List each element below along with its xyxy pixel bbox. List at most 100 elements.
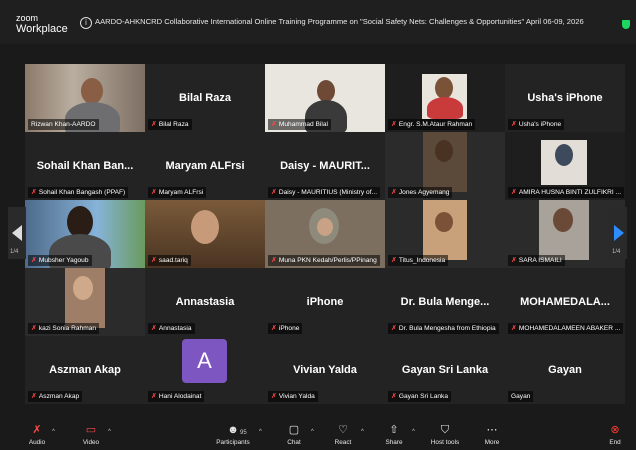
- participant-name-label: ✗ Muhammad Bilal: [268, 119, 331, 130]
- participant-tile[interactable]: ✗ kazi Sonia Rahman: [25, 268, 145, 336]
- react-options-chevron-icon[interactable]: ^: [361, 429, 364, 435]
- participant-name-label: ✗ AMIRA HUSNA BINTI ZULFIKRI ...: [508, 187, 625, 198]
- participant-name-label: ✗ Jones Agyemang: [388, 187, 453, 198]
- end-label: End: [609, 439, 621, 446]
- participant-display-name: Dr. Bula Menge...: [400, 296, 490, 308]
- participant-tile[interactable]: Daisy - MAURIT... ✗ Daisy - MAURITIUS (Mi…: [265, 132, 385, 200]
- react-button[interactable]: ♡ React: [330, 424, 356, 446]
- chat-label: Chat: [287, 439, 301, 446]
- audio-options-chevron-icon[interactable]: ^: [52, 429, 55, 435]
- share-button[interactable]: ⇧ Share: [381, 424, 407, 446]
- muted-mic-icon: ✗: [511, 189, 517, 196]
- participant-tile[interactable]: ✗ Muhammad Bilal: [265, 64, 385, 132]
- participant-face: [435, 140, 453, 162]
- muted-mic-icon: ✗: [151, 325, 157, 332]
- page-indicator-left: 1/4: [10, 249, 19, 255]
- participants-icon: ☻: [227, 424, 239, 436]
- end-button[interactable]: ⊗ End: [603, 424, 627, 446]
- participant-tile[interactable]: ✗ Mubsher Yagoub: [25, 200, 145, 268]
- participant-tile[interactable]: ✗ Jones Agyemang: [385, 132, 505, 200]
- participant-tile[interactable]: ✗ Titus_Indonesia: [385, 200, 505, 268]
- host-tools-button[interactable]: ⛉ Host tools: [426, 424, 464, 446]
- participant-name-label: ✗ Titus_Indonesia: [388, 255, 449, 266]
- muted-mic-icon: ✗: [391, 257, 397, 264]
- participant-name-label: ✗ Engr. S.M.Ataur Rahman: [388, 119, 476, 130]
- muted-mic-icon: ✗: [151, 189, 157, 196]
- participant-tile[interactable]: Sohail Khan Ban... ✗ Sohail Khan Bangash …: [25, 132, 145, 200]
- participant-name-label: ✗ Annastasia: [148, 323, 195, 334]
- muted-mic-icon: ✗: [151, 257, 157, 264]
- more-icon: ⋯: [486, 424, 498, 436]
- participant-face: [317, 80, 335, 102]
- end-meeting-icon: ⊗: [610, 424, 620, 436]
- participant-tile[interactable]: ✗ saad.tariq: [145, 200, 265, 268]
- muted-mic-icon: ✗: [511, 325, 517, 332]
- participant-name-label: ✗ Bilal Raza: [148, 119, 192, 130]
- participants-options-chevron-icon[interactable]: ^: [259, 429, 262, 435]
- participant-name-label: ✗ Muna PKN Kedah/Perlis/PPinang: [268, 255, 380, 266]
- participant-face: [435, 212, 453, 232]
- muted-mic-icon: ✗: [271, 189, 277, 196]
- participant-tile[interactable]: Dr. Bula Menge... ✗ Dr. Bula Mengesha fro…: [385, 268, 505, 336]
- react-label: React: [334, 439, 352, 446]
- muted-mic-icon: ✗: [271, 257, 277, 264]
- participant-name-label: ✗ Daisy - MAURITIUS (Ministry of...: [268, 187, 381, 198]
- participant-name-label: ✗ Usha's iPhone: [508, 119, 565, 130]
- chat-button[interactable]: ▢ Chat: [282, 424, 306, 446]
- muted-mic-icon: ✗: [391, 325, 397, 332]
- participant-face: [317, 218, 333, 236]
- participant-tile[interactable]: ✗ Engr. S.M.Ataur Rahman: [385, 64, 505, 132]
- muted-mic-icon: ✗: [151, 393, 157, 400]
- participant-tile[interactable]: Rizwan Khan-AARDO: [25, 64, 145, 132]
- video-options-chevron-icon[interactable]: ^: [108, 429, 111, 435]
- participant-tile[interactable]: Gayan Sri Lanka ✗ Gayan Sri Lanka: [385, 336, 505, 404]
- audio-button[interactable]: ✗ Audio: [24, 424, 50, 446]
- muted-mic-icon: ✗: [31, 325, 37, 332]
- participant-tile[interactable]: ✗ SARA ISMAILI: [505, 200, 625, 268]
- muted-mic-icon: ✗: [271, 393, 277, 400]
- muted-mic-icon: ✗: [391, 121, 397, 128]
- share-options-chevron-icon[interactable]: ^: [412, 429, 415, 435]
- participant-display-name: Aszman Akap: [49, 364, 121, 376]
- participant-tile[interactable]: Maryam ALFrsi ✗ Maryam ALFrsi: [145, 132, 265, 200]
- muted-mic-icon: ✗: [511, 121, 517, 128]
- participant-name-label: ✗ Aszman Akap: [28, 391, 83, 402]
- audio-label: Audio: [28, 439, 46, 446]
- participant-name-label: ✗ Gayan Sri Lanka: [388, 391, 451, 402]
- chevron-right-icon: [614, 225, 624, 241]
- participant-display-name: MOHAMEDALA...: [520, 296, 610, 308]
- encryption-shield-icon[interactable]: [622, 20, 630, 29]
- participant-tile[interactable]: Usha's iPhone ✗ Usha's iPhone: [505, 64, 625, 132]
- participants-button[interactable]: ☻ Participants: [208, 424, 258, 446]
- participant-name-label: ✗ Maryam ALFrsi: [148, 187, 207, 198]
- participant-tile[interactable]: ✗ Muna PKN Kedah/Perlis/PPinang: [265, 200, 385, 268]
- participant-tile[interactable]: Gayan Gayan: [505, 336, 625, 404]
- participant-tile[interactable]: Annastasia ✗ Annastasia: [145, 268, 265, 336]
- muted-mic-icon: ✗: [31, 189, 37, 196]
- muted-mic-icon: ✗: [391, 393, 397, 400]
- zoom-logo: zoom Workplace: [16, 13, 68, 35]
- participant-display-name: Usha's iPhone: [527, 92, 603, 104]
- participant-name-label: Rizwan Khan-AARDO: [28, 119, 99, 130]
- muted-mic-icon: ✗: [391, 189, 397, 196]
- participant-name-label: ✗ saad.tariq: [148, 255, 191, 266]
- participant-tile[interactable]: ✗ AMIRA HUSNA BINTI ZULFIKRI ...: [505, 132, 625, 200]
- info-icon[interactable]: i: [80, 17, 92, 29]
- react-icon: ♡: [338, 424, 348, 436]
- participant-tile[interactable]: Vivian Yalda ✗ Vivian Yalda: [265, 336, 385, 404]
- participant-tile[interactable]: Aszman Akap ✗ Aszman Akap: [25, 336, 145, 404]
- participants-label: Participants: [216, 439, 250, 446]
- participant-name-label: ✗ iPhone: [268, 323, 303, 334]
- more-button[interactable]: ⋯ More: [479, 424, 505, 446]
- participant-display-name: Bilal Raza: [179, 92, 231, 104]
- video-button[interactable]: ▭ Video: [78, 424, 104, 446]
- participant-hijab: [555, 144, 573, 166]
- more-label: More: [484, 439, 500, 446]
- participant-tile[interactable]: iPhone ✗ iPhone: [265, 268, 385, 336]
- participant-tile[interactable]: MOHAMEDALA... ✗ MOHAMEDALAMEEN ABAKER ...: [505, 268, 625, 336]
- video-off-icon: ▭: [85, 424, 97, 436]
- participant-tile[interactable]: Bilal Raza ✗ Bilal Raza: [145, 64, 265, 132]
- muted-mic-icon: ✗: [31, 257, 37, 264]
- chat-options-chevron-icon[interactable]: ^: [311, 429, 314, 435]
- participant-tile[interactable]: A ✗ Hani Alodainat: [145, 336, 265, 404]
